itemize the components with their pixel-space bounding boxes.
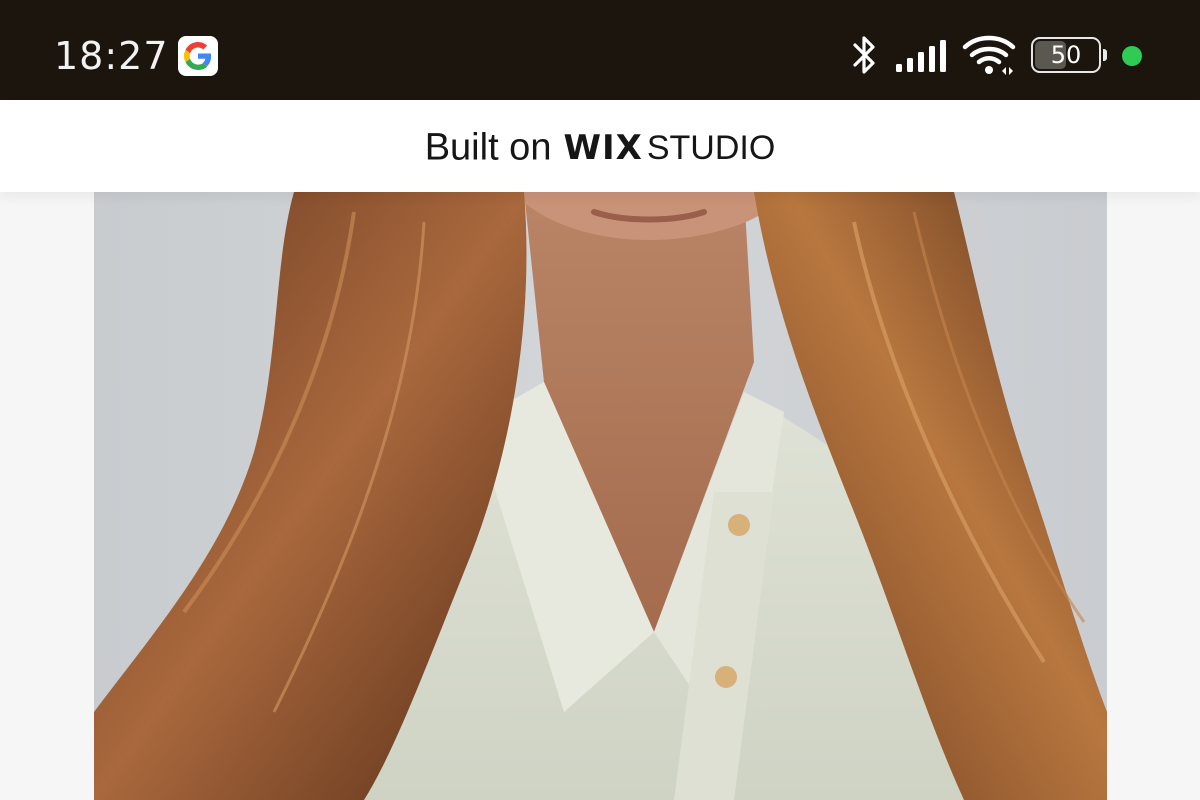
bluetooth-icon bbox=[853, 36, 875, 74]
battery-icon: 50 bbox=[1031, 37, 1107, 73]
battery-cap bbox=[1103, 49, 1107, 61]
portrait-photo bbox=[94, 192, 1107, 800]
studio-logo-text: STUDIO bbox=[646, 128, 776, 167]
system-status-icons: 50 bbox=[800, 0, 1200, 100]
clock-time: 18:27 bbox=[54, 34, 169, 78]
portrait-illustration bbox=[94, 192, 1107, 800]
battery-percentage: 50 bbox=[1050, 41, 1082, 69]
banner-text: Built on bbox=[424, 126, 552, 169]
banner-content: Built on WIX STUDIO bbox=[425, 124, 776, 170]
page-content bbox=[0, 192, 1200, 800]
status-bar: 18:27 50 bbox=[0, 0, 1200, 100]
built-on-wix-studio-banner[interactable]: Built on WIX STUDIO bbox=[0, 100, 1200, 192]
wix-logo: WIX bbox=[563, 127, 643, 168]
google-icon bbox=[178, 36, 218, 76]
signal-icon bbox=[896, 40, 946, 72]
wifi-icon bbox=[962, 35, 1016, 75]
status-indicator-dot bbox=[1122, 46, 1142, 66]
